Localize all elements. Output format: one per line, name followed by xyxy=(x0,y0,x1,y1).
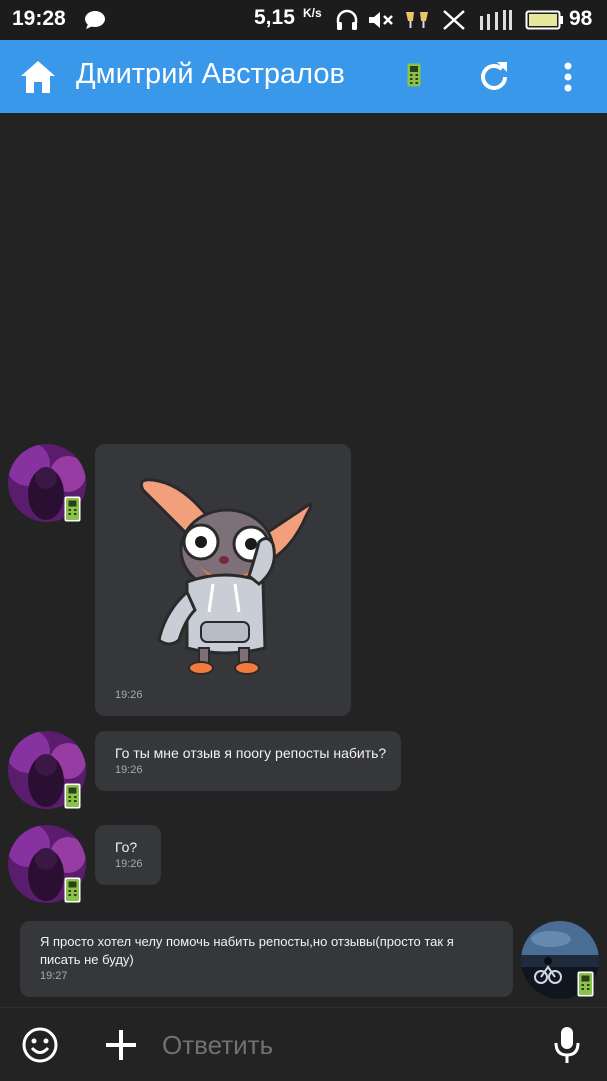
message-bubble[interactable]: Го? 19:26 xyxy=(95,825,161,885)
home-icon[interactable] xyxy=(18,57,58,97)
status-time: 19:28 xyxy=(12,7,66,30)
message-text: Го ты мне отзыв я поогу репосты набить? xyxy=(115,745,387,761)
chat-bubble-icon xyxy=(85,11,105,29)
message-time: 19:26 xyxy=(115,764,143,776)
mobile-phone-icon xyxy=(64,877,81,903)
network-speed-unit: K/s xyxy=(303,6,322,20)
emoji-icon[interactable] xyxy=(21,1026,59,1064)
chat-header: Дмитрий Австралов xyxy=(0,40,607,113)
microphone-icon[interactable] xyxy=(552,1025,582,1065)
message-text-line: Я просто хотел челу помочь набить репост… xyxy=(40,934,454,949)
status-bar: 19:28 5,15 K/s 98 xyxy=(0,0,607,40)
battery-percent: 98 xyxy=(569,7,593,30)
message-bubble-outgoing[interactable]: Я просто хотел челу помочь набить репост… xyxy=(20,921,513,997)
mobile-phone-icon xyxy=(64,496,81,522)
mobile-phone-icon xyxy=(64,783,81,809)
more-vertical-icon[interactable] xyxy=(553,57,583,97)
battery-icon xyxy=(525,10,563,30)
message-text-line: писать не буду) xyxy=(40,952,134,967)
signal-icon xyxy=(480,10,512,30)
message-text: Го? xyxy=(115,839,138,855)
refresh-icon[interactable] xyxy=(474,57,514,97)
mute-icon xyxy=(369,12,393,28)
message-bubble-sticker[interactable]: 19:26 xyxy=(95,444,351,716)
plus-icon[interactable] xyxy=(104,1028,138,1062)
contact-name[interactable]: Дмитрий Австралов xyxy=(76,58,345,91)
reply-input[interactable] xyxy=(160,1024,524,1066)
message-time: 19:27 xyxy=(40,970,68,982)
mute-cross-icon xyxy=(443,10,465,30)
cheers-icon xyxy=(406,12,428,28)
mobile-phone-icon xyxy=(407,63,421,87)
chihuahua-hoodie-sticker xyxy=(139,478,313,675)
network-speed: 5,15 xyxy=(254,6,295,29)
message-time: 19:26 xyxy=(115,858,143,870)
message-time: 19:26 xyxy=(115,689,143,701)
message-bubble[interactable]: Го ты мне отзыв я поогу репосты набить? … xyxy=(95,731,401,791)
headphones-icon xyxy=(336,9,358,30)
message-composer xyxy=(0,1007,607,1081)
mobile-phone-icon xyxy=(577,971,594,997)
